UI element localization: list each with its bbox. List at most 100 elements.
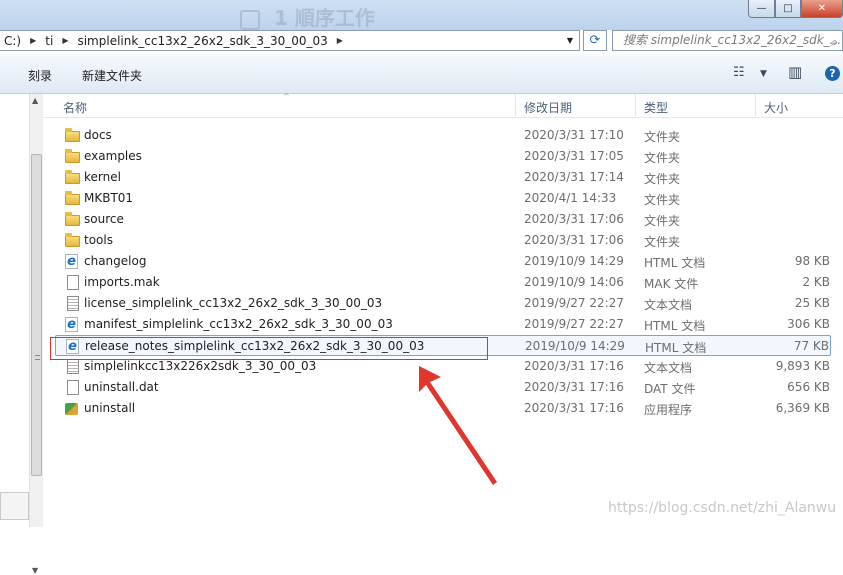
file-size: 9,893 KB	[775, 359, 830, 373]
view-dropdown-icon[interactable]: ▼	[760, 69, 767, 79]
app-icon	[65, 403, 78, 415]
file-type: 文本文档	[644, 298, 693, 312]
scroll-up-icon[interactable]: ▲	[32, 96, 38, 105]
file-name: MKBT01	[84, 191, 134, 205]
folder-icon	[65, 233, 80, 247]
file-name: license_simplelink_cc13x2_26x2_sdk_3_30_…	[84, 296, 383, 310]
column-header-type[interactable]: 类型	[644, 99, 668, 116]
new-folder-button[interactable]: 新建文件夹	[82, 67, 142, 84]
column-header-name[interactable]: 名称	[63, 99, 87, 116]
column-header-date[interactable]: 修改日期	[524, 99, 572, 116]
file-date: 2020/3/31 17:06	[524, 212, 624, 226]
burn-button[interactable]: 刻录	[28, 67, 52, 84]
watermark: https://blog.csdn.net/zhi_Alanwu	[608, 500, 837, 516]
close-button[interactable]: ✕	[801, 0, 843, 18]
file-name: examples	[84, 149, 142, 163]
file-name: uninstall	[84, 401, 136, 415]
command-toolbar: 刻录 新建文件夹 ☷ ▼ ▥ ?	[0, 55, 843, 94]
sort-ascending-icon: ^	[283, 92, 290, 101]
file-date: 2019/9/27 22:27	[524, 317, 624, 331]
file-date: 2020/4/1 14:33	[524, 191, 617, 205]
file-type: HTML 文档	[645, 341, 707, 355]
details-pane-corner	[0, 492, 29, 520]
file-name: docs	[84, 128, 112, 142]
nav-scrollbar[interactable]: ▲ ▼	[29, 94, 43, 575]
file-type: 应用程序	[644, 403, 693, 417]
maximize-button[interactable]: □	[775, 0, 801, 18]
file-size: 2 KB	[802, 275, 830, 289]
refresh-button[interactable]: ⟳	[583, 30, 607, 51]
title-bar: 1 順序工作 — □ ✕	[0, 0, 843, 30]
file-date: 2020/3/31 17:16	[524, 359, 624, 373]
file-row[interactable]: docs 2020/3/31 17:10 文件夹	[43, 125, 843, 146]
file-name: tools	[84, 233, 113, 247]
file-type: DAT 文件	[644, 382, 696, 396]
file-row[interactable]: license_simplelink_cc13x2_26x2_sdk_3_30_…	[43, 293, 843, 314]
minimize-button[interactable]: —	[748, 0, 775, 18]
refresh-icon: ⟳	[589, 33, 601, 48]
file-date: 2019/10/9 14:06	[524, 275, 624, 289]
file-type: 文件夹	[644, 130, 681, 144]
file-date: 2019/9/27 22:27	[524, 296, 624, 310]
folder-icon	[65, 149, 80, 163]
file-date: 2020/3/31 17:05	[524, 149, 624, 163]
file-name: kernel	[84, 170, 121, 184]
file-size: 306 KB	[787, 317, 830, 331]
search-input[interactable]: 搜索 simplelink_cc13x2_26x2_sdk_... ⌕	[612, 30, 843, 51]
view-options-icon[interactable]: ☷	[733, 65, 745, 80]
file-row[interactable]: e changelog 2019/10/9 14:29 HTML 文档 98 KB	[43, 251, 843, 272]
file-type: HTML 文档	[644, 256, 706, 270]
file-name: manifest_simplelink_cc13x2_26x2_sdk_3_30…	[84, 317, 393, 331]
breadcrumb-ti[interactable]: ti	[41, 34, 57, 48]
file-row[interactable]: source 2020/3/31 17:06 文件夹	[43, 209, 843, 230]
breadcrumb-drive[interactable]: C:)	[0, 34, 25, 48]
text-file-icon	[67, 359, 79, 374]
column-header-size[interactable]: 大小	[764, 99, 788, 116]
address-dropdown-icon[interactable]: ▼	[563, 33, 577, 48]
file-date: 2019/10/9 14:29	[524, 254, 624, 268]
breadcrumb-separator-icon[interactable]: ▶	[332, 36, 348, 45]
file-row[interactable]: e manifest_simplelink_cc13x2_26x2_sdk_3_3…	[43, 314, 843, 335]
file-row[interactable]: MKBT01 2020/4/1 14:33 文件夹	[43, 188, 843, 209]
file-size: 6,369 KB	[775, 401, 830, 415]
file-row[interactable]: uninstall 2020/3/31 17:16 应用程序 6,369 KB	[43, 398, 843, 419]
file-date: 2020/3/31 17:10	[524, 128, 624, 142]
file-date: 2020/3/31 17:06	[524, 233, 624, 247]
file-row[interactable]: examples 2020/3/31 17:05 文件夹	[43, 146, 843, 167]
file-size: 656 KB	[787, 380, 830, 394]
file-size: 98 KB	[794, 254, 830, 268]
file-type: 文件夹	[644, 172, 681, 186]
file-name: simplelinkcc13x226x2sdk_3_30_00_03	[84, 359, 317, 373]
file-row[interactable]: tools 2020/3/31 17:06 文件夹	[43, 230, 843, 251]
help-icon[interactable]: ?	[825, 66, 840, 81]
file-date: 2020/3/31 17:14	[524, 170, 624, 184]
breadcrumb-separator-icon[interactable]: ▶	[57, 36, 73, 45]
file-list: docs 2020/3/31 17:10 文件夹 examples 2020/3/31 …	[43, 125, 843, 419]
scroll-down-icon[interactable]: ▼	[32, 566, 38, 575]
file-row[interactable]: uninstall.dat 2020/3/31 17:16 DAT 文件 656 KB	[43, 377, 843, 398]
window-controls: — □ ✕	[748, 0, 843, 18]
scroll-thumb[interactable]	[31, 154, 42, 476]
file-type: 文件夹	[644, 235, 681, 249]
file-date: 2020/3/31 17:16	[524, 401, 624, 415]
file-icon	[67, 380, 79, 395]
preview-pane-icon[interactable]: ▥	[788, 63, 802, 81]
breadcrumb-separator-icon[interactable]: ▶	[25, 36, 41, 45]
window-title: 1 順序工作	[240, 2, 375, 31]
search-icon[interactable]: ⌕	[831, 33, 838, 52]
file-icon	[67, 275, 79, 290]
file-row[interactable]: imports.mak 2019/10/9 14:06 MAK 文件 2 KB	[43, 272, 843, 293]
folder-icon	[65, 212, 80, 226]
file-row[interactable]: kernel 2020/3/31 17:14 文件夹	[43, 167, 843, 188]
file-type: 文本文档	[644, 361, 693, 375]
file-type: HTML 文档	[644, 319, 706, 333]
breadcrumb-sdk[interactable]: simplelink_cc13x2_26x2_sdk_3_30_00_03	[73, 34, 331, 48]
folder-icon	[65, 128, 80, 142]
ie-html-icon: e	[65, 254, 78, 269]
file-name: changelog	[84, 254, 147, 268]
file-date: 2019/10/9 14:29	[525, 339, 625, 353]
file-type: 文件夹	[644, 214, 681, 228]
address-bar[interactable]: C:) ▶ ti ▶ simplelink_cc13x2_26x2_sdk_3_…	[0, 30, 580, 51]
search-placeholder: 搜索 simplelink_cc13x2_26x2_sdk_...	[623, 33, 842, 47]
column-headers: ^ 名称 修改日期 类型 大小	[43, 92, 843, 118]
